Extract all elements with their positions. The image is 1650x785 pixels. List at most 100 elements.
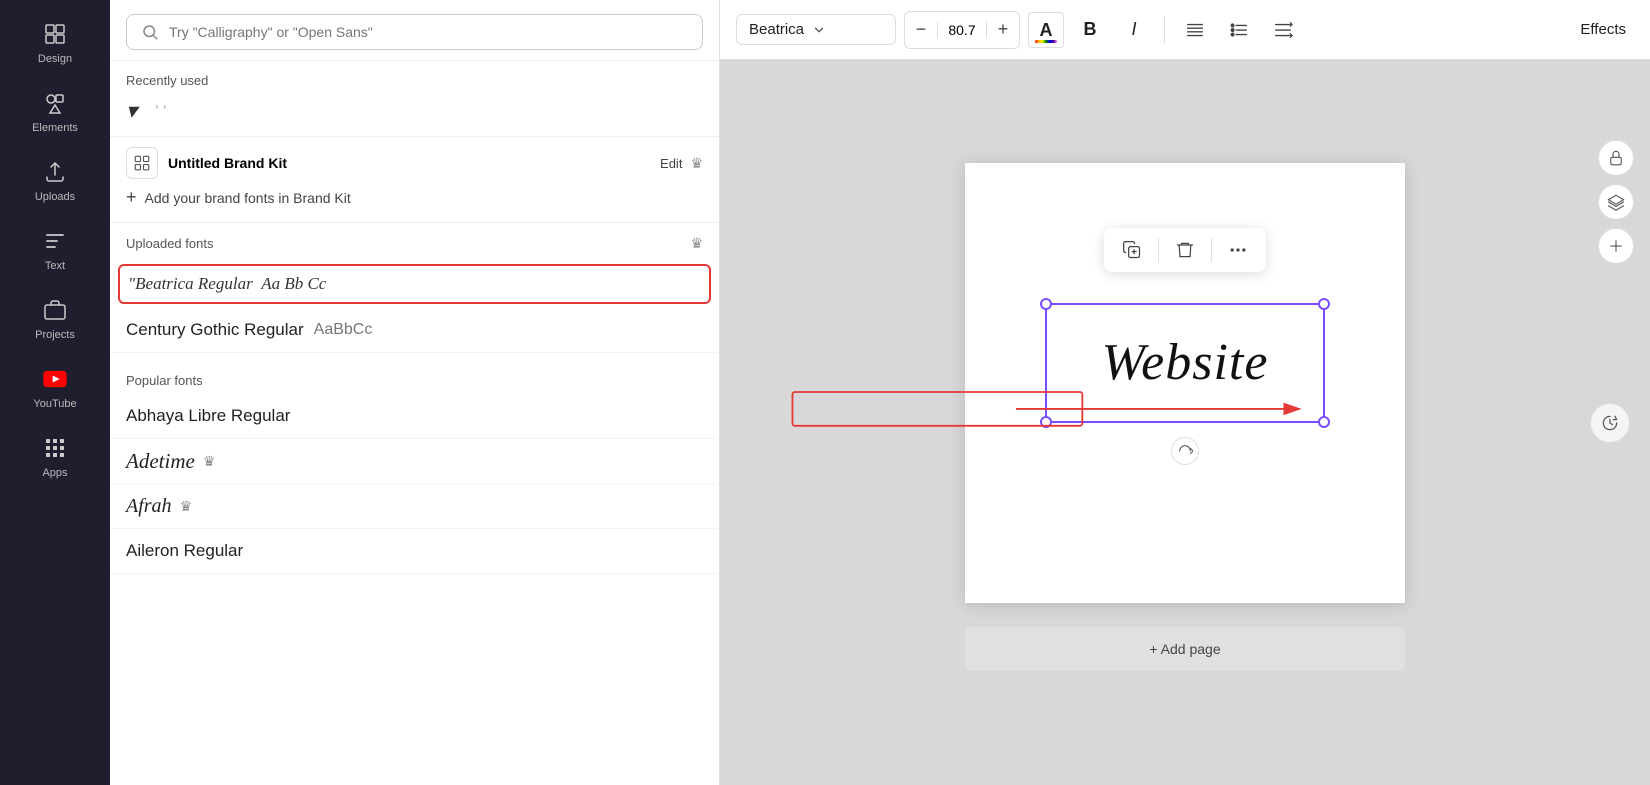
font-size-control: − + [904,11,1020,49]
brand-kit-actions: Edit ♛ [660,155,703,172]
text-box-content: Website [1047,305,1323,421]
text-icon [41,227,69,255]
adetime-crown: ♛ [203,453,216,470]
recently-used-label: Recently used [110,61,719,94]
delete-button[interactable] [1169,234,1201,266]
effects-button[interactable]: Effects [1572,21,1634,38]
add-brand-plus: + [126,187,137,208]
layers-icon [1607,193,1625,211]
font-selector[interactable]: Beatrica [736,14,896,45]
sidebar-item-projects[interactable]: Projects [0,284,110,353]
lock-button[interactable] [1598,140,1634,176]
canvas-content: Website + Add page [965,163,1405,683]
font-list: Recently used ▾ '' Untitled Brand Kit Ed… [110,61,719,785]
abhaya-display: Abhaya Libre Regular [126,406,290,425]
recent-font-preview-2: '' [153,104,169,119]
crown-icon: ♛ [690,155,703,172]
adetime-display: Adetime [126,449,195,474]
canvas-page: Website [965,163,1405,603]
more-options-button[interactable] [1222,234,1254,266]
elements-icon [41,89,69,117]
aileron-display: Aileron Regular [126,541,243,560]
add-page-button[interactable]: + Add page [965,627,1405,671]
handle-top-left[interactable] [1040,298,1052,310]
sidebar-item-apps[interactable]: Apps [0,422,110,491]
handle-top-right[interactable] [1318,298,1330,310]
rotate-handle[interactable] [1171,437,1199,465]
font-selector-chevron [812,23,826,37]
sidebar: Design Elements Uploads Text Projects [0,0,110,785]
sidebar-item-uploads[interactable]: Uploads [0,146,110,215]
font-item-abhaya[interactable]: Abhaya Libre Regular [110,394,719,439]
side-rotate-icon [1600,413,1620,433]
afrah-crown: ♛ [180,498,193,515]
color-rainbow-underline [1035,40,1057,43]
float-toolbar-divider [1158,238,1159,262]
add-brand-row[interactable]: + Add your brand fonts in Brand Kit [126,179,703,212]
font-size-increase[interactable]: + [987,12,1019,48]
sidebar-item-youtube[interactable]: YouTube [0,353,110,422]
uploads-icon [41,158,69,186]
float-toolbar [1104,228,1266,272]
brand-kit-name: Untitled Brand Kit [168,155,650,171]
projects-icon [41,296,69,324]
uploaded-fonts-crown: ♛ [690,235,703,252]
brand-kit-row: Untitled Brand Kit Edit ♛ [126,147,703,179]
font-item-aileron[interactable]: Aileron Regular [110,529,719,574]
font-search-wrapper[interactable] [126,14,703,50]
add-brand-label: Add your brand fonts in Brand Kit [145,190,351,206]
sidebar-label-youtube: YouTube [33,398,76,410]
text-color-button[interactable]: A [1028,12,1064,48]
sidebar-item-design[interactable]: Design [0,8,110,77]
font-size-input[interactable] [937,22,987,38]
bold-button[interactable]: B [1072,12,1108,48]
sidebar-item-elements[interactable]: Elements [0,77,110,146]
afrah-display: Afrah [126,495,172,518]
line-spacing-button[interactable] [1265,12,1301,48]
sidebar-item-text[interactable]: Text [0,215,110,284]
text-box-selected[interactable]: Website [1045,303,1325,423]
italic-button[interactable]: I [1116,12,1152,48]
layers-button[interactable] [1598,184,1634,220]
brand-kit-edit[interactable]: Edit [660,156,682,171]
uploaded-fonts-header: Uploaded fonts ♛ [110,223,719,260]
align-button[interactable] [1177,12,1213,48]
canvas-text: Website [1102,333,1269,392]
font-item-beatrica[interactable]: "Beatrica Regular Aa Bb Cc [118,264,711,304]
more-icon [1228,240,1248,260]
sidebar-label-projects: Projects [35,329,75,341]
font-panel-scroll: Recently used ▾ '' Untitled Brand Kit Ed… [110,61,719,785]
century-gothic-display: Century Gothic Regular [126,320,304,340]
search-icon [141,23,159,41]
sidebar-label-design: Design [38,53,72,65]
handle-bottom-right[interactable] [1318,416,1330,428]
add-button[interactable] [1598,228,1634,264]
main-toolbar: Beatrica − + A B I [720,0,1650,60]
font-item-century-gothic[interactable]: Century Gothic Regular AaBbCc [110,308,719,353]
side-rotate-button[interactable] [1590,403,1630,443]
design-icon [41,20,69,48]
handle-bottom-left[interactable] [1040,416,1052,428]
recently-used-row: ▾ '' [110,94,719,137]
float-toolbar-divider-2 [1211,238,1212,262]
add-icon [1607,237,1625,255]
sidebar-label-text: Text [45,260,65,272]
font-item-adetime[interactable]: Adetime ♛ [110,439,719,485]
toolbar-divider-1 [1164,16,1165,44]
century-gothic-name-row: Century Gothic Regular AaBbCc [126,320,703,340]
font-size-decrease[interactable]: − [905,12,937,48]
canvas-wrapper: Website + Add page [720,60,1650,785]
uploaded-fonts-label: Uploaded fonts [126,236,213,251]
right-icons [1598,140,1634,264]
font-item-afrah[interactable]: Afrah ♛ [110,485,719,529]
list-button[interactable] [1221,12,1257,48]
brand-kit-section: Untitled Brand Kit Edit ♛ + Add your bra… [110,137,719,223]
font-search-bar [110,0,719,61]
sidebar-label-apps: Apps [42,467,67,479]
canvas-area: Beatrica − + A B I [720,0,1650,785]
font-search-input[interactable] [169,24,688,40]
popular-fonts-section: Popular fonts Abhaya Libre Regular Adeti… [110,353,719,574]
sidebar-label-elements: Elements [32,122,78,134]
brand-kit-icon [126,147,158,179]
copy-to-button[interactable] [1116,234,1148,266]
